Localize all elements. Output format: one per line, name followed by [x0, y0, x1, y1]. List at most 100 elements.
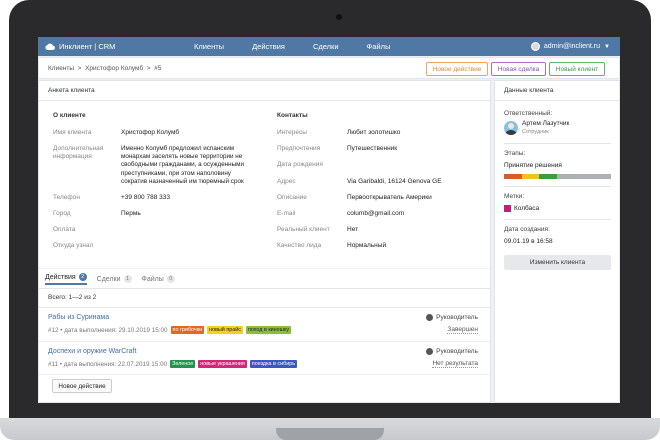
tag[interactable]: новый прайс — [207, 326, 243, 334]
status-badge[interactable]: Нет результата — [432, 360, 478, 368]
label-description: Описание — [277, 194, 307, 201]
stage-segment — [556, 174, 612, 179]
user-avatar — [530, 42, 540, 51]
responsible-name[interactable]: Артем Лазутчик — [522, 120, 569, 127]
responsible: Руководитель — [426, 348, 478, 355]
brand-logo[interactable]: Инклиент | CRM — [45, 42, 155, 51]
stage-progress[interactable] — [504, 174, 612, 179]
breadcrumb-bar: Клиенты > Христофор Колумб > #5 Новое де… — [38, 57, 620, 79]
responsible-name: Руководитель — [436, 314, 478, 321]
stage-segment — [504, 174, 522, 179]
value-description: Первооткрыватель Америки — [347, 194, 432, 201]
new-action-button[interactable]: Новое действие — [426, 62, 488, 76]
screen: Инклиент | CRM Клиенты Действия Сделки Ф… — [38, 37, 620, 403]
sidebar-header: Данные клиента — [504, 87, 554, 94]
add-action-button[interactable]: Новое действие — [52, 379, 112, 393]
label-real-client: Реальный клиент — [277, 226, 330, 233]
responsible-role: Сотрудник — [522, 129, 549, 135]
main-nav: Клиенты Действия Сделки Файлы — [161, 42, 390, 51]
divider — [504, 219, 611, 220]
tag-color-swatch — [504, 205, 511, 212]
value-preferences: Путешественник — [347, 145, 398, 152]
user-menu[interactable]: admin@inclient.ru ▼ — [530, 37, 610, 56]
client-data-sidebar: Данные клиента Ответственный: Артем Лазу… — [494, 80, 620, 403]
tab-deals[interactable]: Сделки 1 — [97, 273, 132, 285]
nav-files[interactable]: Файлы — [367, 42, 391, 51]
created-label: Дата создания: — [504, 226, 550, 233]
divider — [39, 341, 490, 342]
new-deal-button[interactable]: Новая сделка — [491, 62, 546, 76]
brand-name: Инклиент | CRM — [59, 42, 116, 51]
user-avatar — [426, 348, 434, 355]
client-profile-panel: Анкета клиента О клиенте Контакты Имя кл… — [38, 80, 491, 403]
tag[interactable]: по грибочки — [170, 326, 205, 334]
value-lead-quality: Нормальный — [347, 242, 387, 249]
stages-label: Этапы: — [504, 150, 526, 157]
tag-name[interactable]: Колбаса — [514, 205, 539, 212]
tab-actions[interactable]: Действия 2 — [45, 273, 87, 285]
divider — [495, 100, 619, 101]
user-avatar — [426, 314, 434, 321]
value-real-client: Нет — [347, 226, 359, 233]
label-lead-quality: Качество лида — [277, 242, 322, 249]
divider — [39, 100, 490, 101]
tab-files[interactable]: Файлы 0 — [142, 273, 175, 285]
responsible-name: Руководитель — [436, 348, 478, 355]
label-city: Город — [53, 210, 71, 217]
tag[interactable]: поездка в сибирь — [249, 360, 298, 368]
value-address: Via Garibaldi, 16124 Genova GE — [347, 178, 442, 185]
label-extra-info: Дополнительная информация — [53, 145, 104, 161]
tabs: Действия 2 Сделки 1 Файлы 0 — [45, 273, 175, 285]
label-source: Откуда узнал — [53, 242, 94, 249]
breadcrumb[interactable]: Клиенты > Христофор Колумб > #5 — [48, 65, 161, 72]
responsible-label: Ответственный: — [504, 110, 553, 117]
count-badge: 1 — [123, 275, 132, 283]
laptop-notch — [276, 428, 384, 440]
nav-actions[interactable]: Действия — [252, 42, 285, 51]
deal-title[interactable]: Доспехи и оружие WarCraft — [48, 348, 136, 355]
tag[interactable]: Зеленое — [170, 360, 196, 368]
total-count: Всего: 1—2 из 2 — [48, 294, 97, 301]
divider — [39, 307, 490, 308]
about-title: О клиенте — [53, 112, 86, 119]
avatar[interactable] — [504, 121, 518, 135]
stage-segment — [539, 174, 557, 179]
label-name: Имя клиента — [53, 129, 92, 136]
deal-meta-text: #12 • дата выполнения: 29.10.2019 15:00 — [48, 326, 168, 334]
status-badge[interactable]: Завершен — [447, 326, 478, 334]
panel-header: Анкета клиента — [48, 87, 95, 94]
edit-client-button[interactable]: Изменить клиента — [504, 255, 611, 270]
tags-label: Метки: — [504, 193, 525, 200]
current-stage: Принятие решения — [504, 162, 562, 169]
tab-label: Действия — [45, 273, 76, 281]
nav-deals[interactable]: Сделки — [313, 42, 339, 51]
value-city: Пермь — [121, 210, 141, 217]
value-extra-info: Именно Колумб предложил испанским монарх… — [121, 145, 245, 185]
label-payment: Оплата — [53, 226, 76, 233]
divider — [504, 143, 611, 144]
value-interests: Любит золотишко — [347, 129, 401, 136]
tag[interactable]: новые украшения — [198, 360, 247, 368]
tab-label: Файлы — [141, 275, 164, 283]
person-icon — [505, 123, 517, 135]
label-phone: Телефон — [53, 194, 80, 201]
tag[interactable]: поход в киношку — [245, 326, 292, 334]
divider — [39, 288, 490, 289]
top-navbar: Инклиент | CRM Клиенты Действия Сделки Ф… — [38, 37, 620, 56]
label-email: E-mail — [277, 210, 296, 217]
count-badge: 2 — [78, 273, 87, 281]
label-birthdate: Дата рождения — [277, 161, 323, 168]
deal-meta-text: #11 • дата выполнения: 22.07.2019 15:00 — [48, 360, 168, 368]
label-preferences: Предпочтения — [277, 145, 321, 152]
value-email[interactable]: columb@gmail.com — [347, 210, 404, 217]
divider — [39, 268, 490, 269]
deal-title[interactable]: Рабы из Суринама — [48, 314, 109, 321]
stage-segment — [521, 174, 540, 179]
new-client-button[interactable]: Новый клиент — [549, 62, 605, 76]
created-date: 09.01.19 в 16:58 — [504, 238, 553, 245]
deal-meta: #12 • дата выполнения: 29.10.2019 15:00 … — [48, 326, 292, 334]
cloud-icon — [45, 43, 55, 50]
value-phone[interactable]: +39 800 788 333 — [121, 194, 170, 201]
responsible: Руководитель — [426, 314, 478, 321]
nav-clients[interactable]: Клиенты — [194, 42, 224, 51]
